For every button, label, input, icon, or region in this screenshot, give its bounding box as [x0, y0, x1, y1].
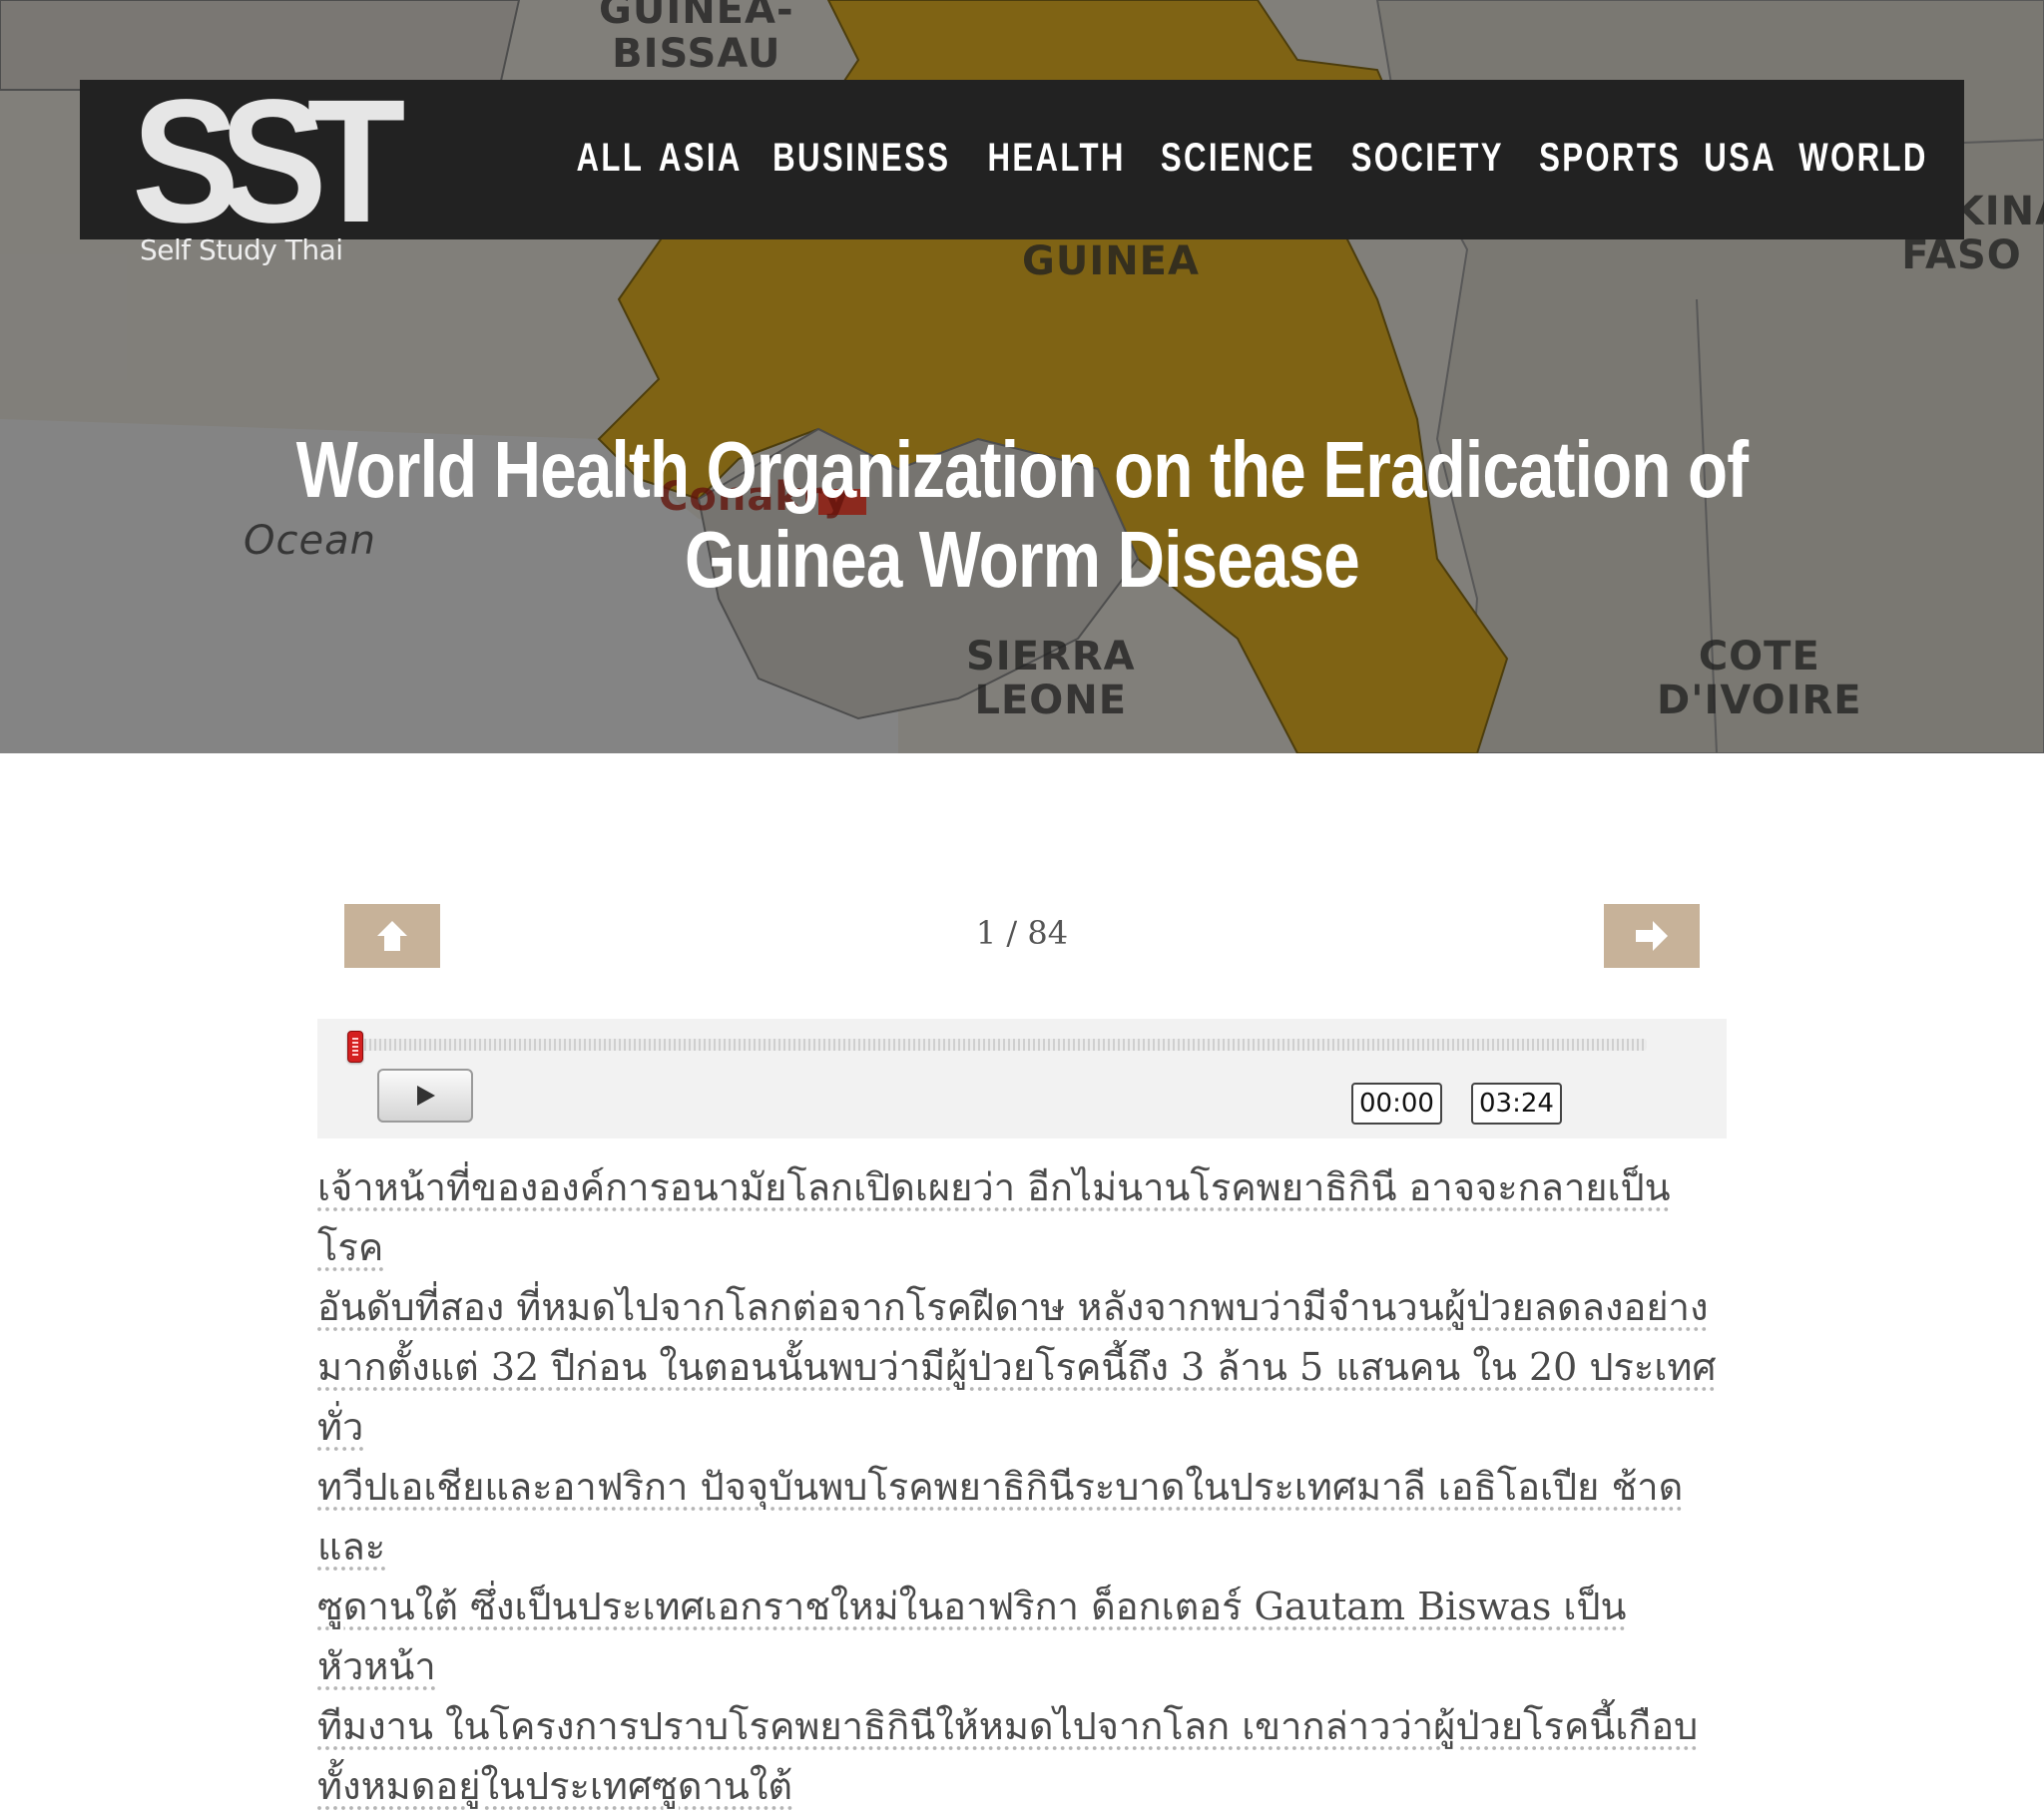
- nav-item-society[interactable]: SOCIETY: [1351, 136, 1504, 181]
- text-line[interactable]: ทวีปเอเชียและอาฟริกา ปัจจุบันพบโรคพยาธิก…: [317, 1457, 1735, 1577]
- nav-item-asia[interactable]: ASIA: [659, 136, 743, 181]
- site-header: SST Self Study Thai ALL ASIA BUSINESS HE…: [80, 74, 1964, 266]
- text-line[interactable]: มากตั้งแต่ 32 ปีก่อน ในตอนนั้นพบว่ามีผู้…: [317, 1337, 1735, 1457]
- duration-time: 03:24: [1471, 1083, 1562, 1125]
- lesson-text: เจ้าหน้าที่ขององค์การอนามัยโลกเปิดเผยว่า…: [317, 1157, 1735, 1816]
- audio-seek-bar[interactable]: [359, 1039, 1647, 1051]
- text-line[interactable]: อันดับที่สอง ที่หมดไปจากโลกต่อจากโรคฝีดา…: [317, 1277, 1735, 1337]
- nav-item-business[interactable]: BUSINESS: [772, 136, 950, 181]
- current-time: 00:00: [1351, 1083, 1442, 1125]
- audio-seek-handle[interactable]: [347, 1031, 363, 1063]
- nav-item-health[interactable]: HEALTH: [988, 136, 1126, 181]
- logo-subtitle: Self Study Thai: [140, 233, 343, 266]
- nav-item-science[interactable]: SCIENCE: [1160, 136, 1314, 181]
- text-line[interactable]: ทั้งหมดอยู่ในประเทศซูดานใต้: [317, 1756, 1735, 1816]
- nav-item-sports[interactable]: SPORTS: [1539, 136, 1681, 181]
- play-icon: [417, 1086, 435, 1106]
- logo-mark: SST: [132, 64, 405, 259]
- hero-banner: GUINEA- BISSAU GUINEA BURKINA FASO Ocean…: [0, 0, 2044, 753]
- nav-item-all[interactable]: ALL: [577, 136, 645, 181]
- site-logo[interactable]: SST Self Study Thai: [132, 74, 405, 281]
- arrow-right-icon: [1636, 921, 1668, 951]
- text-line[interactable]: ซูดานใต้ ซึ่งเป็นประเทศเอกราชใหม่ในอาฟริ…: [317, 1577, 1735, 1696]
- main-nav: ALL ASIA BUSINESS HEALTH SCIENCE SOCIETY…: [577, 136, 1934, 181]
- next-sentence-button[interactable]: [1604, 904, 1700, 968]
- text-line[interactable]: เจ้าหน้าที่ขององค์การอนามัยโลกเปิดเผยว่า…: [317, 1157, 1735, 1277]
- audio-player: 00:00 03:24: [317, 1019, 1727, 1138]
- sentence-counter: 1 / 84: [975, 914, 1069, 952]
- nav-item-world[interactable]: WORLD: [1798, 136, 1928, 181]
- nav-item-usa[interactable]: USA: [1705, 136, 1778, 181]
- play-button[interactable]: [377, 1069, 473, 1123]
- text-line[interactable]: ทีมงาน ในโครงการปราบโรคพยาธิกินีให้หมดไป…: [317, 1696, 1735, 1756]
- article-title: World Health Organization on the Eradica…: [100, 425, 1944, 605]
- article-title-text: World Health Organization on the Eradica…: [295, 425, 1749, 604]
